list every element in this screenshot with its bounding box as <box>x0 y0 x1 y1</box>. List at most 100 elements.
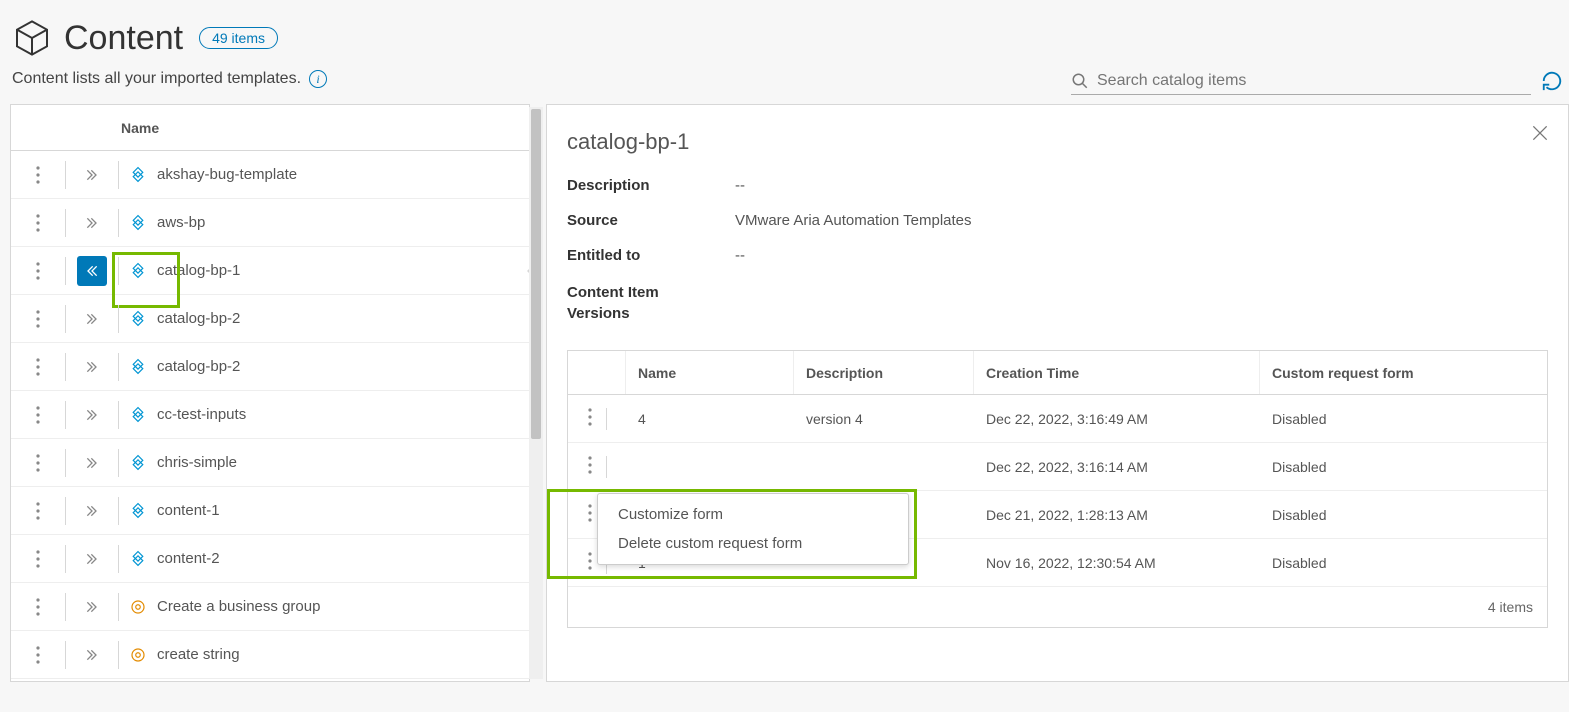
row-menu-icon[interactable] <box>588 504 592 526</box>
row-menu-icon[interactable] <box>36 358 40 376</box>
row-menu-icon[interactable] <box>36 454 40 472</box>
info-icon[interactable]: i <box>309 70 327 88</box>
column-header-name[interactable]: Name <box>121 120 159 136</box>
col-creation-time[interactable]: Creation Time <box>974 351 1260 394</box>
details-title: catalog-bp-1 <box>567 129 1548 155</box>
list-item[interactable]: create string <box>11 631 529 679</box>
page-header: Content 49 items Content lists all your … <box>0 0 1569 92</box>
row-menu-icon[interactable] <box>36 214 40 232</box>
row-menu-icon[interactable] <box>588 408 592 430</box>
cell-creation-time: Dec 22, 2022, 3:16:49 AM <box>974 411 1260 427</box>
expand-toggle[interactable] <box>77 256 107 286</box>
list-item[interactable]: content-2 <box>11 535 529 583</box>
list-item[interactable]: chris-simple <box>11 439 529 487</box>
list-header: Name <box>11 105 529 151</box>
expand-toggle[interactable] <box>77 592 107 622</box>
template-icon <box>129 262 147 280</box>
scrollbar[interactable] <box>529 107 543 679</box>
list-item-name: aws-bp <box>157 214 205 231</box>
label-entitled: Entitled to <box>567 247 735 264</box>
list-item[interactable]: catalog-bp-2 <box>11 343 529 391</box>
list-item-name: content-1 <box>157 502 220 519</box>
value-description: -- <box>735 177 745 194</box>
value-source: VMware Aria Automation Templates <box>735 212 972 229</box>
row-menu-icon[interactable] <box>36 310 40 328</box>
list-item-name: create string <box>157 646 240 663</box>
list-item-name: content-2 <box>157 550 220 567</box>
search-input-wrap[interactable] <box>1071 72 1531 95</box>
expand-toggle[interactable] <box>77 496 107 526</box>
col-description[interactable]: Description <box>794 351 974 394</box>
cell-custom-form: Disabled <box>1260 555 1547 571</box>
col-name[interactable]: Name <box>626 351 794 394</box>
items-count-badge: 49 items <box>199 27 278 49</box>
template-icon <box>129 358 147 376</box>
menu-customize-form[interactable]: Customize form <box>598 500 908 529</box>
template-icon <box>129 310 147 328</box>
template-icon <box>129 454 147 472</box>
table-row[interactable]: 4 version 4 Dec 22, 2022, 3:16:49 AM Dis… <box>568 395 1547 443</box>
version-context-menu: Customize form Delete custom request for… <box>597 493 909 565</box>
template-icon <box>129 166 147 184</box>
row-menu-icon[interactable] <box>588 552 592 574</box>
search-input[interactable] <box>1097 72 1531 90</box>
list-item[interactable]: aws-bp <box>11 199 529 247</box>
expand-toggle[interactable] <box>77 304 107 334</box>
cell-description: version 4 <box>794 411 974 427</box>
list-item[interactable]: cc-test-inputs <box>11 391 529 439</box>
workflow-icon <box>129 598 147 616</box>
value-entitled: -- <box>735 247 745 264</box>
expand-toggle[interactable] <box>77 160 107 190</box>
cell-creation-time: Dec 21, 2022, 1:28:13 AM <box>974 507 1260 523</box>
search-icon <box>1071 72 1089 90</box>
row-menu-icon[interactable] <box>36 406 40 424</box>
cell-custom-form: Disabled <box>1260 507 1547 523</box>
menu-delete-custom-form[interactable]: Delete custom request form <box>598 529 908 558</box>
row-menu-icon[interactable] <box>36 502 40 520</box>
expand-toggle[interactable] <box>77 544 107 574</box>
expand-toggle[interactable] <box>77 400 107 430</box>
expand-toggle[interactable] <box>77 640 107 670</box>
close-icon[interactable] <box>1530 123 1550 143</box>
list-item-name: catalog-bp-2 <box>157 310 240 327</box>
template-icon <box>129 550 147 568</box>
template-icon <box>129 406 147 424</box>
row-menu-icon[interactable] <box>588 456 592 478</box>
label-versions: Content Item Versions <box>567 282 697 324</box>
cell-creation-time: Dec 22, 2022, 3:16:14 AM <box>974 459 1260 475</box>
row-menu-icon[interactable] <box>36 166 40 184</box>
expand-toggle[interactable] <box>77 448 107 478</box>
list-item[interactable]: content-1 <box>11 487 529 535</box>
list-item-name: Create a business group <box>157 598 320 615</box>
expand-toggle[interactable] <box>77 352 107 382</box>
versions-footer: 4 items <box>568 587 1547 627</box>
expand-toggle[interactable] <box>77 208 107 238</box>
table-row[interactable]: Dec 22, 2022, 3:16:14 AM Disabled <box>568 443 1547 491</box>
list-item[interactable]: catalog-bp-1 <box>11 247 529 295</box>
page-title: Content <box>12 18 183 58</box>
row-menu-icon[interactable] <box>36 598 40 616</box>
box-icon <box>12 18 52 58</box>
label-source: Source <box>567 212 735 229</box>
col-custom-form[interactable]: Custom request form <box>1260 351 1547 394</box>
row-menu-icon[interactable] <box>36 550 40 568</box>
list-item[interactable]: catalog-bp-2 <box>11 295 529 343</box>
cell-custom-form: Disabled <box>1260 459 1547 475</box>
label-description: Description <box>567 177 735 194</box>
content-list-panel: Name akshay-bug-template <box>10 104 530 682</box>
list-item-name: chris-simple <box>157 454 237 471</box>
cell-custom-form: Disabled <box>1260 411 1547 427</box>
list-item[interactable]: akshay-bug-template <box>11 151 529 199</box>
template-icon <box>129 214 147 232</box>
refresh-icon[interactable] <box>1541 70 1563 92</box>
list-item[interactable]: Create a business group <box>11 583 529 631</box>
cell-creation-time: Nov 16, 2022, 12:30:54 AM <box>974 555 1260 571</box>
row-menu-icon[interactable] <box>36 646 40 664</box>
list-item-name: catalog-bp-2 <box>157 358 240 375</box>
workflow-icon <box>129 646 147 664</box>
list-item-name: cc-test-inputs <box>157 406 246 423</box>
list-item-name: akshay-bug-template <box>157 166 297 183</box>
list-item-name: catalog-bp-1 <box>157 262 240 279</box>
row-menu-icon[interactable] <box>36 262 40 280</box>
template-icon <box>129 502 147 520</box>
